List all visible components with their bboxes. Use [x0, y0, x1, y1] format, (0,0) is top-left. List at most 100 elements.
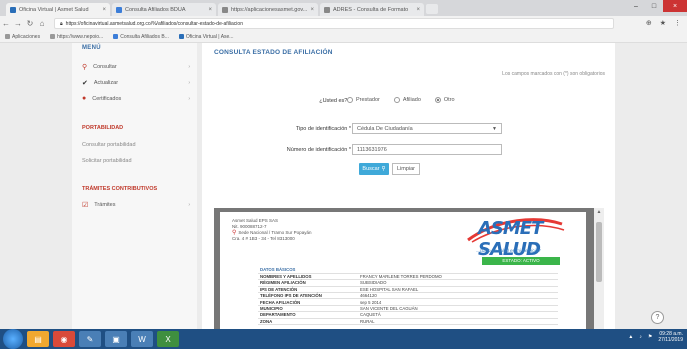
paint-icon[interactable]: ✎	[79, 331, 101, 347]
sidebar-item-label: Consultar	[93, 64, 117, 70]
status-badge: ESTADO: ACTIVO	[482, 257, 560, 265]
result-document-viewer: Asmet Salud EPS SAS Nit. 900088712-7 ⚲ Se…	[214, 208, 604, 329]
sidebar-section-portabilidad: PORTABILIDAD	[82, 125, 124, 131]
document-scrollbar[interactable]: ▲	[594, 208, 604, 329]
scrollbar-thumb[interactable]	[596, 222, 602, 282]
minimize-icon[interactable]: –	[627, 0, 645, 12]
sidebar-item-consultar[interactable]: ⚲ Consultar ›	[82, 63, 190, 71]
browser-tab-adres[interactable]: ADRES - Consulta de Formato ×	[320, 3, 424, 16]
tab-title: Consulta Afiliados BDUA	[125, 6, 186, 13]
organization-header: Asmet Salud EPS SAS Nit. 900088712-7 ⚲ Se…	[232, 218, 311, 242]
tab-title: https://aplicacionesasmet.gov...	[231, 6, 308, 13]
web-page: MENÚ ⚲ Consultar › ✔ Actualizar › ● Cert…	[0, 43, 687, 329]
forward-icon[interactable]: →	[12, 19, 24, 28]
bookmark-aplicaciones[interactable]: Aplicaciones	[5, 34, 40, 40]
chevron-right-icon: ›	[188, 95, 190, 102]
link-consultar-portabilidad[interactable]: Consultar portabilidad	[82, 142, 136, 148]
menu-kebab-icon[interactable]: ⋮	[674, 19, 681, 27]
browser-tab-aplicaciones[interactable]: https://aplicacionesasmet.gov... ×	[218, 3, 318, 16]
sidebar-item-tramites[interactable]: ☑ Trámites ›	[82, 201, 190, 209]
check-icon: ✔	[82, 80, 88, 87]
dot-icon: ●	[82, 95, 87, 102]
tab-title: ADRES - Consulta de Formato	[333, 6, 409, 13]
page-icon	[178, 34, 184, 39]
tab-title: Oficina Virtual | Asmet Salud	[19, 6, 89, 13]
page-icon	[113, 34, 119, 39]
search-icon: ⚲	[381, 166, 386, 172]
system-tray: ▲ ♪ ⚑ 09:28 a.m. 27/11/2019	[628, 331, 683, 343]
help-icon[interactable]: ?	[651, 311, 664, 324]
sidebar-item-label: Certificados	[92, 95, 122, 102]
home-icon[interactable]: ⌂	[36, 19, 48, 28]
windows-taskbar: ▤ ◉ ✎ ▣ W X ▲ ♪ ⚑ 09:28 a.m. 27/11/2019	[0, 329, 687, 349]
affiliation-certificate: Asmet Salud EPS SAS Nit. 900088712-7 ⚲ Se…	[220, 212, 586, 329]
sidebar-menu: MENÚ ⚲ Consultar › ✔ Actualizar › ● Cert…	[72, 43, 197, 329]
photos-icon[interactable]: ▣	[105, 331, 127, 347]
sidebar-item-certificados[interactable]: ● Certificados ›	[82, 95, 190, 102]
new-tab-button[interactable]	[426, 4, 438, 14]
radio-prestador[interactable]: Prestador	[347, 97, 380, 103]
lock-icon: 🔒︎	[60, 20, 63, 27]
bookmark-consulta-afiliados[interactable]: Consulta Afiliados B...	[113, 34, 169, 40]
tab-favicon	[116, 6, 122, 13]
start-button[interactable]	[3, 329, 23, 349]
translate-icon[interactable]: ⊕	[646, 19, 652, 27]
close-window-icon[interactable]: ×	[663, 0, 687, 12]
id-number-label: Número de identificación *	[286, 147, 351, 153]
bookmark-star-icon[interactable]: ★	[660, 19, 666, 27]
page-icon	[50, 34, 56, 39]
flag-icon[interactable]: ⚑	[648, 334, 652, 340]
link-solicitar-portabilidad[interactable]: Solicitar portabilidad	[82, 158, 132, 164]
org-line: Cra. 4 # 1B3 - 34 - Tel 8313000	[232, 236, 295, 241]
file-explorer-icon[interactable]: ▤	[27, 331, 49, 347]
clear-button[interactable]: Limpiar	[392, 163, 420, 175]
taskbar-clock[interactable]: 09:28 a.m. 27/11/2019	[658, 331, 683, 343]
tab-favicon	[222, 6, 228, 13]
chrome-icon[interactable]: ◉	[53, 331, 75, 347]
excel-icon[interactable]: X	[157, 331, 179, 347]
logo-wordmark: ASMET SALUD	[478, 218, 543, 260]
word-icon[interactable]: W	[131, 331, 153, 347]
radio-afiliado[interactable]: Afiliado	[393, 97, 421, 103]
close-tab-icon[interactable]: ×	[310, 7, 314, 13]
tab-favicon	[324, 6, 330, 13]
bookmark-oficina-virtual[interactable]: Oficina Virtual | Ase...	[178, 34, 233, 40]
volume-icon[interactable]: ♪	[639, 334, 642, 340]
radio-otro[interactable]: Otro	[434, 97, 455, 103]
radio-circle	[347, 97, 353, 103]
back-icon[interactable]: ←	[0, 19, 12, 28]
id-number-input[interactable]: 1113631976	[352, 144, 502, 155]
browser-tab-consulta-afiliados[interactable]: Consulta Afiliados BDUA ×	[112, 3, 216, 16]
tab-favicon	[10, 6, 16, 13]
network-icon[interactable]: ▲	[628, 334, 633, 340]
logo-slogan: ...cuido de salud es mi Servicio !	[476, 248, 541, 253]
main-panel: CONSULTA ESTADO DE AFILIACIÓN Los campos…	[202, 43, 615, 329]
role-radio-group: Prestador Afiliado Otro	[347, 97, 455, 103]
apps-grid-icon	[5, 34, 10, 39]
sidebar-item-label: Actualizar	[93, 80, 119, 86]
chevron-right-icon: ›	[188, 202, 190, 208]
required-fields-hint: Los campos marcados con (*) son obligato…	[502, 71, 605, 77]
bookmark-nepoio[interactable]: https://www.nepoio...	[50, 34, 103, 40]
close-tab-icon[interactable]: ×	[208, 7, 212, 13]
reload-icon[interactable]: ↻	[24, 19, 36, 28]
browser-tab-oficina-virtual[interactable]: Oficina Virtual | Asmet Salud ×	[6, 3, 110, 16]
chevron-right-icon: ›	[188, 80, 190, 86]
file-icon: ☑	[82, 202, 89, 209]
chevron-down-icon: ▼	[492, 125, 497, 132]
id-type-select[interactable]: Cédula De Ciudadanía ▼	[352, 123, 502, 134]
sidebar-title: MENÚ	[82, 45, 101, 51]
close-tab-icon[interactable]: ×	[416, 7, 420, 13]
address-url: https://oficinavirtual.asmetsalud.org.co…	[65, 20, 243, 27]
sidebar-item-actualizar[interactable]: ✔ Actualizar ›	[82, 79, 190, 87]
search-icon: ⚲	[82, 64, 88, 71]
browser-toolbar: ← → ↻ ⌂ 🔒︎ https://oficinavirtual.asmets…	[0, 16, 687, 31]
radio-circle	[393, 97, 400, 103]
table-row: ZONA RURAL	[258, 318, 558, 326]
close-tab-icon[interactable]: ×	[102, 7, 106, 13]
scroll-up-icon[interactable]: ▲	[594, 209, 604, 215]
bookmarks-bar: Aplicaciones https://www.nepoio... Consu…	[0, 31, 687, 43]
search-button[interactable]: Buscar ⚲	[359, 163, 389, 175]
address-bar[interactable]: 🔒︎ https://oficinavirtual.asmetsalud.org…	[54, 18, 614, 29]
maximize-icon[interactable]: □	[645, 0, 663, 12]
